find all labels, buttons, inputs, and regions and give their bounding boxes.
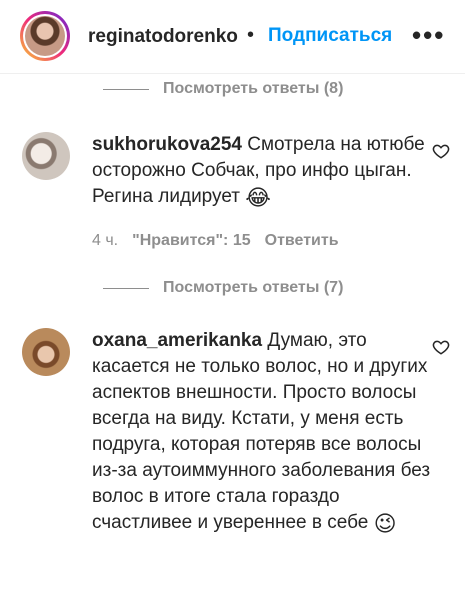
divider-line	[103, 287, 149, 289]
winking-emoji-icon: 😉	[373, 511, 397, 536]
author-avatar[interactable]	[20, 11, 70, 61]
view-replies-label: Посмотреть ответы (7)	[163, 279, 344, 296]
laughing-emoji-icon: 😂	[245, 185, 271, 210]
like-heart-icon[interactable]	[432, 338, 450, 356]
commenter-username[interactable]: sukhorukova254	[92, 134, 242, 155]
comment-meta: 4 ч. "Нравится": 15 Ответить	[92, 232, 339, 250]
comment-text: sukhorukova254 Смотрела на ютюбе осторож…	[92, 132, 432, 211]
more-options-icon[interactable]: •••	[412, 20, 445, 51]
separator-dot: •	[247, 24, 255, 46]
view-replies-button[interactable]: Посмотреть ответы (7)	[103, 278, 343, 298]
view-replies-label: Посмотреть ответы (8)	[163, 80, 344, 97]
commenter-avatar[interactable]	[22, 328, 70, 376]
view-replies-button[interactable]: Посмотреть ответы (8)	[103, 79, 343, 99]
author-username[interactable]: reginatodorenko	[88, 26, 238, 48]
comment-likes[interactable]: "Нравится": 15	[132, 232, 251, 250]
commenter-username[interactable]: oxana_amerikanka	[92, 330, 262, 351]
divider-line	[103, 88, 149, 90]
comment-body: Думаю, это касается не только волос, но …	[92, 330, 431, 533]
comment-item: oxana_amerikanka Думаю, это касается не …	[22, 328, 462, 588]
like-heart-icon[interactable]	[432, 142, 450, 160]
reply-button[interactable]: Ответить	[265, 232, 339, 250]
commenter-avatar[interactable]	[22, 132, 70, 180]
comment-text: oxana_amerikanka Думаю, это касается не …	[92, 328, 432, 537]
comment-item: sukhorukova254 Смотрела на ютюбе осторож…	[22, 132, 462, 252]
post-header: reginatodorenko • Подписаться •••	[0, 0, 465, 74]
comment-time: 4 ч.	[92, 232, 119, 249]
follow-button[interactable]: Подписаться	[268, 25, 392, 47]
